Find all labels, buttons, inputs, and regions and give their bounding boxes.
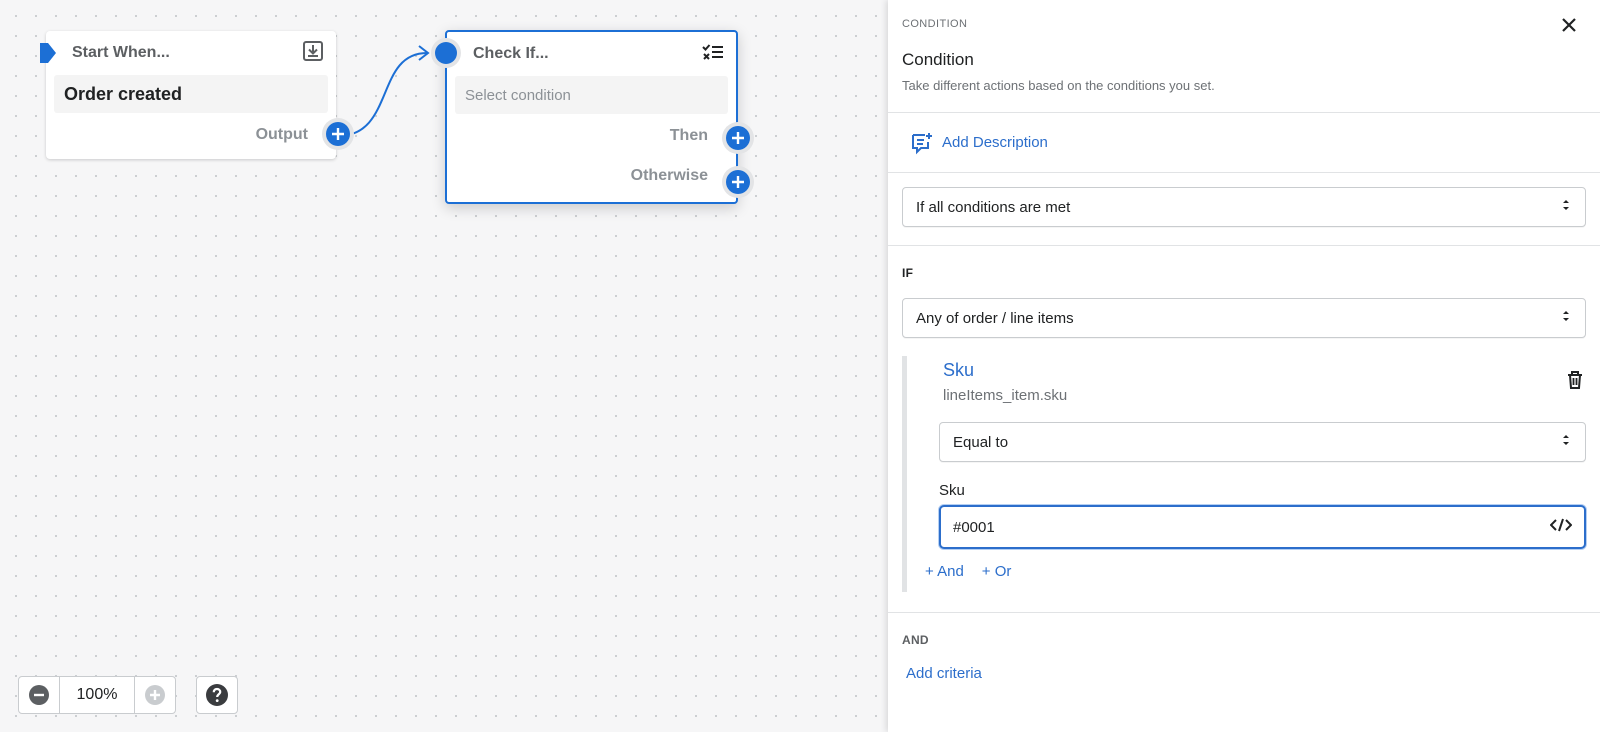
trigger-value: Order created [64, 83, 183, 104]
panel-eyebrow: CONDITION [902, 18, 968, 30]
operator-value: Equal to [953, 433, 1009, 451]
scope-value: Any of order / line items [916, 309, 1074, 327]
check-node[interactable]: Check If... Select condition Then Otherw… [435, 30, 750, 204]
checklist-icon[interactable] [702, 43, 724, 66]
field-title[interactable]: Sku [943, 360, 1586, 381]
play-marker-icon [38, 41, 58, 70]
add-description-button[interactable]: Add Description [888, 113, 1600, 173]
match-mode-value: If all conditions are met [916, 198, 1071, 216]
value-label: Sku [939, 482, 965, 499]
if-label: IF [902, 266, 914, 280]
otherwise-port[interactable] [726, 170, 750, 194]
plus-icon [732, 176, 744, 188]
start-node[interactable]: Start When... Order created Output [40, 31, 350, 159]
condition-block: Sku lineItems_item.sku Equal to Sku #000… [902, 356, 1586, 592]
add-criteria-link[interactable]: Add criteria [906, 665, 1586, 682]
then-label: Then [669, 127, 708, 144]
sku-value-input[interactable]: #0001 [939, 505, 1586, 549]
zoom-level: 100% [59, 677, 135, 713]
output-label: Output [255, 126, 308, 143]
select-caret-icon [1561, 198, 1571, 216]
then-port[interactable] [726, 126, 750, 150]
input-port[interactable] [435, 42, 457, 64]
zoom-controls: 100% [18, 676, 176, 714]
code-icon[interactable] [1549, 518, 1573, 536]
trash-icon[interactable] [1566, 370, 1584, 395]
help-icon [206, 684, 228, 706]
comment-add-icon [912, 132, 932, 154]
match-mode-select[interactable]: If all conditions are met [902, 187, 1586, 227]
and-label: AND [902, 633, 929, 647]
download-icon[interactable] [302, 40, 324, 67]
condition-select-field[interactable]: Select condition [455, 76, 728, 114]
select-caret-icon [1561, 309, 1571, 327]
otherwise-label: Otherwise [630, 167, 708, 184]
field-path: lineItems_item.sku [943, 387, 1068, 404]
plus-icon [145, 685, 165, 705]
panel-title: Condition [902, 50, 974, 69]
scope-select[interactable]: Any of order / line items [902, 298, 1586, 338]
help-button[interactable] [196, 676, 238, 714]
select-caret-icon [1561, 433, 1571, 451]
zoom-out-button[interactable] [19, 677, 59, 713]
close-icon [1562, 18, 1576, 32]
condition-placeholder: Select condition [465, 86, 571, 104]
plus-icon [332, 128, 344, 140]
operator-select[interactable]: Equal to [939, 422, 1586, 462]
start-node-title: Start When... [72, 44, 170, 61]
add-or-link[interactable]: + Or [982, 563, 1012, 580]
sku-value: #0001 [953, 518, 995, 536]
add-description-label: Add Description [942, 134, 1048, 151]
trigger-field[interactable]: Order created [54, 75, 328, 113]
minus-icon [29, 685, 49, 705]
check-node-title: Check If... [473, 45, 549, 62]
add-and-link[interactable]: + And [925, 563, 964, 580]
panel-subtitle: Take different actions based on the cond… [902, 78, 1215, 93]
workflow-canvas[interactable]: Start When... Order created Output Check… [0, 0, 888, 732]
output-port[interactable] [326, 122, 350, 146]
condition-panel: CONDITION Condition Take different actio… [888, 0, 1600, 732]
plus-icon [732, 132, 744, 144]
close-button[interactable] [1558, 14, 1580, 36]
zoom-in-button[interactable] [135, 677, 175, 713]
